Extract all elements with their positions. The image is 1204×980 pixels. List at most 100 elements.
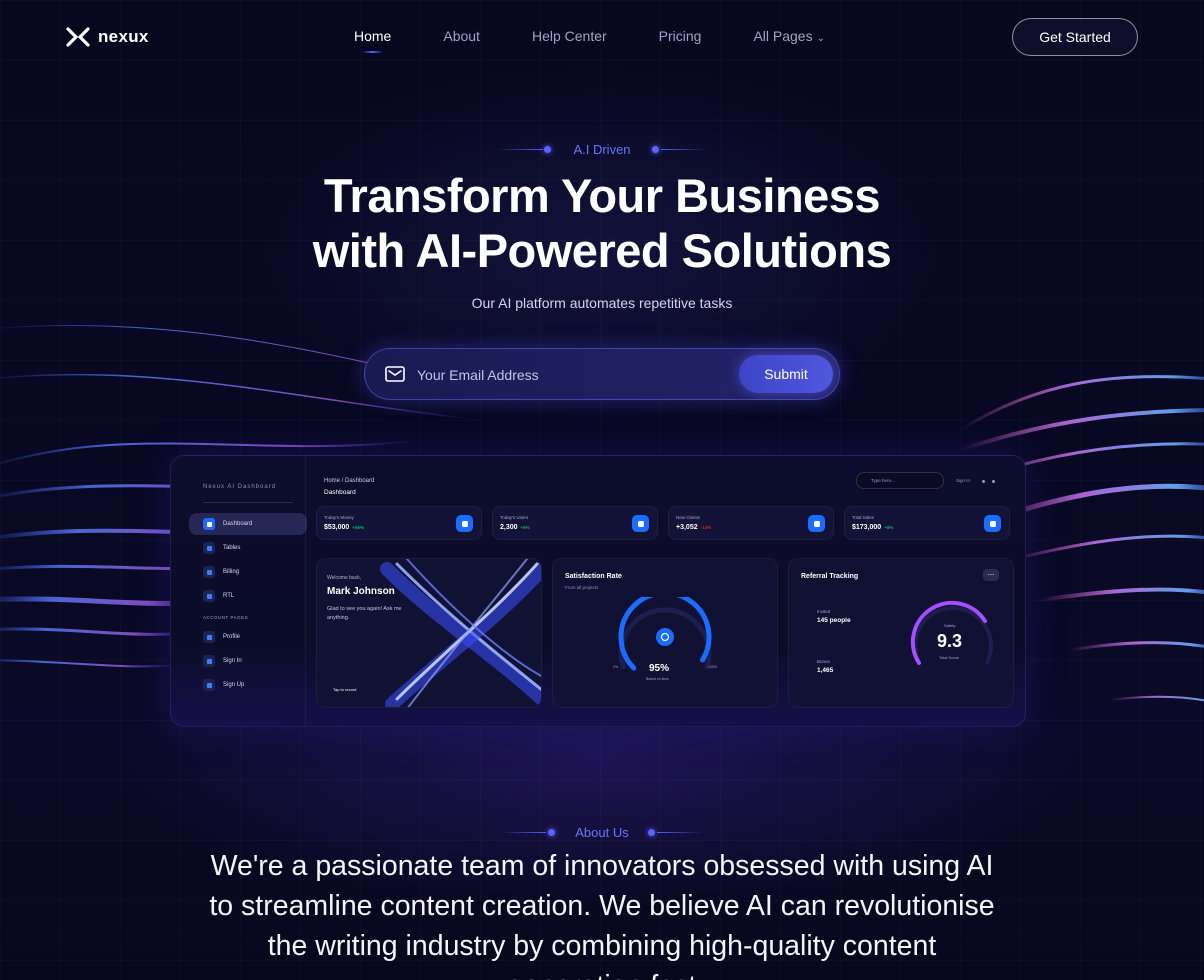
stat-change: +55% (352, 525, 364, 530)
stat-value: $173,000 +8% (852, 524, 893, 531)
about-eyebrow-dot-right (648, 829, 655, 836)
invited-value: 145 people (817, 617, 851, 624)
sidebar-item-dashboard[interactable]: Dashboard (189, 513, 307, 535)
wrench-icon (203, 590, 215, 602)
sidebar-item-sign-up[interactable]: Sign Up (189, 674, 307, 696)
dashboard-brand: Nexux AI Dashboard (203, 484, 277, 490)
invited-label: Invited (817, 609, 831, 614)
more-options-button[interactable]: ... (983, 569, 999, 581)
eyebrow-dot-right (652, 146, 659, 153)
smile-icon (656, 628, 674, 646)
landing-page: nexux Home About Help Center Pricing All… (0, 0, 1204, 980)
stat-label: Total Sales (852, 515, 875, 520)
sidebar-item-label: Dashboard (223, 521, 253, 527)
dashboard-main: Home / Dashboard Dashboard Type here... … (305, 456, 1025, 726)
nav-link-all-pages[interactable]: All Pages ⌄ (753, 28, 825, 44)
sidebar-divider (203, 502, 293, 503)
gauge-value-caption: Based on likes (646, 677, 669, 681)
sidebar-item-sign-in[interactable]: Sign In (189, 650, 307, 672)
hero-subtitle: Our AI platform automates repetitive tas… (471, 295, 733, 311)
email-signup-form: Submit (364, 348, 840, 400)
gauge-min-label: 0% (613, 665, 619, 669)
stat-label: New Clients (676, 515, 701, 520)
stat-change: -14% (700, 525, 712, 530)
breadcrumb: Home / Dashboard (324, 478, 375, 484)
about-eyebrow-line-right (657, 832, 703, 833)
tap-to-record-link[interactable]: Tap to record (333, 687, 356, 692)
stat-card-clients: New Clients +3,052 -14% (668, 506, 834, 540)
credit-card-icon (203, 566, 215, 578)
stat-number: 2,300 (500, 524, 518, 531)
sidebar-item-rtl[interactable]: RTL (189, 585, 307, 607)
bell-icon[interactable] (992, 480, 995, 483)
hero-title-line-2: with AI-Powered Solutions (312, 224, 892, 277)
nav-links: Home About Help Center Pricing All Pages… (340, 28, 877, 53)
stat-value: +3,052 -14% (676, 524, 711, 531)
hero-title: Transform Your Business with AI-Powered … (0, 168, 1204, 278)
nexux-logo-icon (66, 27, 90, 47)
document-icon (203, 655, 215, 667)
bonus-value: 1,465 (817, 667, 834, 674)
hero-eyebrow: A.I Driven (573, 142, 631, 157)
sidebar-item-label: RTL (223, 593, 235, 599)
sidebar-item-label: Tables (223, 545, 241, 551)
hero-title-line-1: Transform Your Business (323, 169, 881, 222)
about-eyebrow: About Us (575, 825, 629, 840)
table-icon (203, 542, 215, 554)
sidebar-item-tables[interactable]: Tables (189, 537, 307, 559)
gauge-max-label: 100% (708, 665, 717, 669)
stat-label: Today's Money (324, 515, 354, 520)
top-navigation: nexux Home About Help Center Pricing All… (0, 0, 1204, 74)
bonus-label: Bonus (817, 659, 830, 664)
dashboard-preview: Nexux AI Dashboard Dashboard Tables Bill… (170, 455, 1026, 727)
rocket-icon (203, 679, 215, 691)
stat-number: $173,000 (852, 524, 882, 531)
card-title: Referral Tracking (801, 573, 859, 580)
settings-icon[interactable] (982, 480, 985, 483)
stat-number: +3,052 (676, 524, 698, 531)
welcome-message: Glad to see you again! Ask me anything. (327, 606, 402, 621)
nav-link-pricing[interactable]: Pricing (659, 28, 702, 44)
total-score-value: 9.3 (937, 631, 963, 651)
stat-value: 2,300 +5% (500, 524, 530, 531)
gauge-value: 95% (649, 663, 670, 674)
nav-link-help-center[interactable]: Help Center (532, 28, 607, 44)
person-icon (203, 631, 215, 643)
stat-value: $53,000 +55% (324, 524, 364, 531)
stat-card-money: Today's Money $53,000 +55% (316, 506, 482, 540)
welcome-name: Mark Johnson (327, 586, 395, 597)
get-started-button[interactable]: Get Started (1012, 18, 1138, 56)
cart-icon (984, 515, 1001, 532)
home-icon (203, 518, 215, 530)
stat-card-sales: Total Sales $173,000 +8% (844, 506, 1010, 540)
welcome-greeting: Welcome back, (327, 575, 362, 581)
card-subtitle: From all projects (565, 585, 599, 590)
nav-link-all-pages-label: All Pages (753, 28, 813, 44)
email-input[interactable] (417, 361, 737, 389)
sidebar-item-label: Sign In (223, 658, 242, 664)
document-icon (808, 515, 825, 532)
safety-label: Safety (944, 623, 956, 628)
globe-icon (632, 515, 649, 532)
sidebar-item-label: Sign Up (223, 682, 245, 688)
sign-in-link[interactable]: Sign In (956, 478, 970, 483)
brand-logo[interactable]: nexux (66, 26, 149, 48)
stat-change: +8% (884, 525, 894, 530)
stat-card-users: Today's Users 2,300 +5% (492, 506, 658, 540)
about-paragraph: We're a passionate team of innovators ob… (209, 850, 995, 980)
welcome-card: Welcome back, Mark Johnson Glad to see y… (316, 558, 542, 708)
nav-link-home[interactable]: Home (354, 28, 391, 53)
stat-label: Today's Users (500, 515, 529, 520)
dashboard-search-input[interactable]: Type here... (856, 472, 944, 489)
sidebar-item-label: Billing (223, 569, 240, 575)
sidebar-item-profile[interactable]: Profile (189, 626, 307, 648)
abstract-x-artwork (380, 559, 541, 707)
submit-button[interactable]: Submit (739, 355, 833, 393)
sidebar-item-label: Profile (223, 634, 241, 640)
sidebar-item-billing[interactable]: Billing (189, 561, 307, 583)
nav-link-about[interactable]: About (443, 28, 480, 44)
stat-number: $53,000 (324, 524, 350, 531)
wallet-icon (456, 515, 473, 532)
chevron-down-icon: ⌄ (816, 33, 825, 44)
page-title: Dashboard (324, 489, 356, 496)
